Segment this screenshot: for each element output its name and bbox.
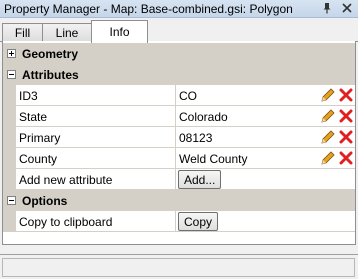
pin-icon[interactable] xyxy=(320,1,334,15)
title-bar: Property Manager - Map: Base-combined.gs… xyxy=(0,0,358,18)
attribute-row-state: State Colorado xyxy=(16,106,355,127)
add-attribute-button[interactable]: Add... xyxy=(178,170,222,189)
options-gutter xyxy=(3,211,16,232)
section-options[interactable]: Options xyxy=(3,190,355,211)
section-attributes[interactable]: Attributes xyxy=(3,64,355,85)
tab-line[interactable]: Line xyxy=(42,23,92,42)
pencil-icon[interactable] xyxy=(320,129,336,145)
tab-info[interactable]: Info xyxy=(91,20,148,43)
copy-clipboard-label: Copy to clipboard xyxy=(19,215,113,229)
collapse-icon[interactable] xyxy=(7,70,16,79)
delete-icon[interactable] xyxy=(339,151,353,165)
tab-bar: Fill Line Info xyxy=(0,18,358,43)
attribute-name: Primary xyxy=(19,131,61,145)
attribute-value[interactable]: Colorado xyxy=(179,110,228,124)
section-geometry-label: Geometry xyxy=(22,46,79,61)
add-attribute-label: Add new attribute xyxy=(19,173,113,187)
pencil-icon[interactable] xyxy=(320,108,336,124)
attribute-value[interactable]: 08123 xyxy=(179,131,212,145)
tab-fill[interactable]: Fill xyxy=(2,23,43,42)
attribute-name: State xyxy=(19,110,48,124)
attributes-gutter xyxy=(3,85,16,190)
attribute-name: ID3 xyxy=(19,89,38,103)
status-field xyxy=(2,258,355,277)
attribute-row-county: County Weld County xyxy=(16,148,355,169)
status-bar xyxy=(0,254,358,279)
attribute-name: County xyxy=(19,152,58,166)
attribute-value[interactable]: CO xyxy=(179,89,197,103)
expand-icon[interactable] xyxy=(7,49,16,58)
attribute-value[interactable]: Weld County xyxy=(179,152,247,166)
delete-icon[interactable] xyxy=(339,88,353,102)
window-title: Property Manager - Map: Base-combined.gs… xyxy=(4,1,293,16)
collapse-icon[interactable] xyxy=(7,196,16,205)
delete-icon[interactable] xyxy=(339,109,353,123)
info-panel: Geometry Attributes ID3 CO State Colorad… xyxy=(2,41,356,245)
section-geometry[interactable]: Geometry xyxy=(3,43,355,64)
close-icon[interactable] xyxy=(340,1,354,15)
add-attribute-row: Add new attribute Add... xyxy=(16,169,355,190)
copy-clipboard-row: Copy to clipboard Copy xyxy=(16,211,355,232)
pencil-icon[interactable] xyxy=(320,150,336,166)
delete-icon[interactable] xyxy=(339,130,353,144)
attribute-row-id3: ID3 CO xyxy=(16,85,355,106)
section-options-label: Options xyxy=(22,193,68,208)
section-attributes-label: Attributes xyxy=(22,67,79,82)
pencil-icon[interactable] xyxy=(320,87,336,103)
attribute-row-primary: Primary 08123 xyxy=(16,127,355,148)
copy-button[interactable]: Copy xyxy=(178,212,219,231)
